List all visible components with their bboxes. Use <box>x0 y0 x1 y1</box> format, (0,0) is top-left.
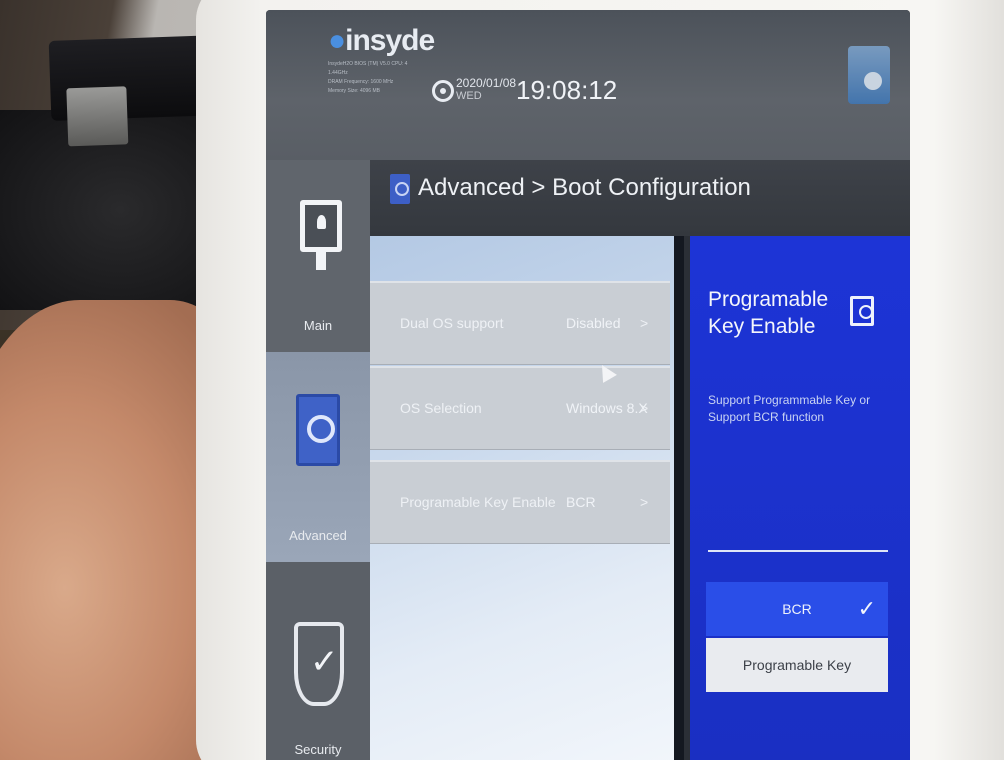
advanced-icon <box>296 394 340 466</box>
sidebar-item-advanced[interactable]: Advanced <box>266 352 370 562</box>
bios-screen: ●insyde InsydeH2O BIOS (TM) V5.0 CPU: 4 … <box>266 10 910 760</box>
divider <box>708 550 888 552</box>
advanced-icon <box>390 174 410 204</box>
date-label: 2020/01/08 <box>456 76 517 90</box>
settings-list: Dual OS support Disabled > OS Selection … <box>370 236 674 760</box>
help-search-icon <box>850 296 874 326</box>
clock-icon <box>432 80 454 102</box>
sidebar-item-label: Security <box>294 742 342 757</box>
exit-icon[interactable] <box>848 46 890 104</box>
breadcrumb: Advanced > Boot Configuration <box>370 160 910 236</box>
photo-frame: ●insyde InsydeH2O BIOS (TM) V5.0 CPU: 4 … <box>0 0 1004 760</box>
option-bcr[interactable]: BCR ✓ <box>706 582 888 636</box>
checkmark-icon: ✓ <box>857 596 876 621</box>
monitor-user-icon <box>300 200 342 252</box>
insyde-logo: ●insyde <box>328 24 435 57</box>
sidebar-item-main[interactable]: Main <box>266 160 370 352</box>
setting-value: Windows 8.X <box>566 400 648 416</box>
option-label: BCR <box>782 601 812 617</box>
breadcrumb-text: Advanced > Boot Configuration <box>418 174 751 201</box>
sidebar-item-security[interactable]: Security <box>266 562 370 760</box>
help-title: Programable Key Enable <box>708 288 829 338</box>
help-panel: Programable Key Enable Support Programma… <box>684 236 910 760</box>
setting-value: BCR <box>566 494 596 510</box>
setting-name: Dual OS support <box>400 315 504 331</box>
option-label: Programable Key <box>742 657 852 673</box>
shield-check-icon <box>294 622 344 706</box>
chevron-right-icon: > <box>640 400 649 416</box>
setting-name: OS Selection <box>400 400 482 416</box>
setting-value: Disabled <box>566 315 621 331</box>
time-label: 19:08:12 <box>516 75 618 105</box>
sidebar: Main Advanced Security <box>266 160 370 760</box>
option-programable-key[interactable]: Programable Key <box>706 638 888 692</box>
chevron-right-icon: > <box>640 494 649 510</box>
sidebar-item-label: Main <box>303 318 333 333</box>
setting-row-programable-key-enable[interactable]: Programable Key Enable BCR > <box>370 460 670 544</box>
sidebar-item-label: Advanced <box>289 528 347 543</box>
setting-row-os-selection[interactable]: OS Selection Windows 8.X > <box>370 366 670 450</box>
system-info: InsydeH2O BIOS (TM) V5.0 CPU: 4 1.44GHz … <box>328 61 408 94</box>
help-description: Support Programmable Key or Support BCR … <box>708 393 871 424</box>
header-bar: ●insyde InsydeH2O BIOS (TM) V5.0 CPU: 4 … <box>266 10 910 160</box>
day-of-week-label: WED <box>456 90 482 102</box>
setting-name: Programable Key Enable <box>400 494 556 510</box>
chevron-right-icon: > <box>640 315 649 331</box>
setting-row-dual-os-support[interactable]: Dual OS support Disabled > <box>370 281 670 365</box>
